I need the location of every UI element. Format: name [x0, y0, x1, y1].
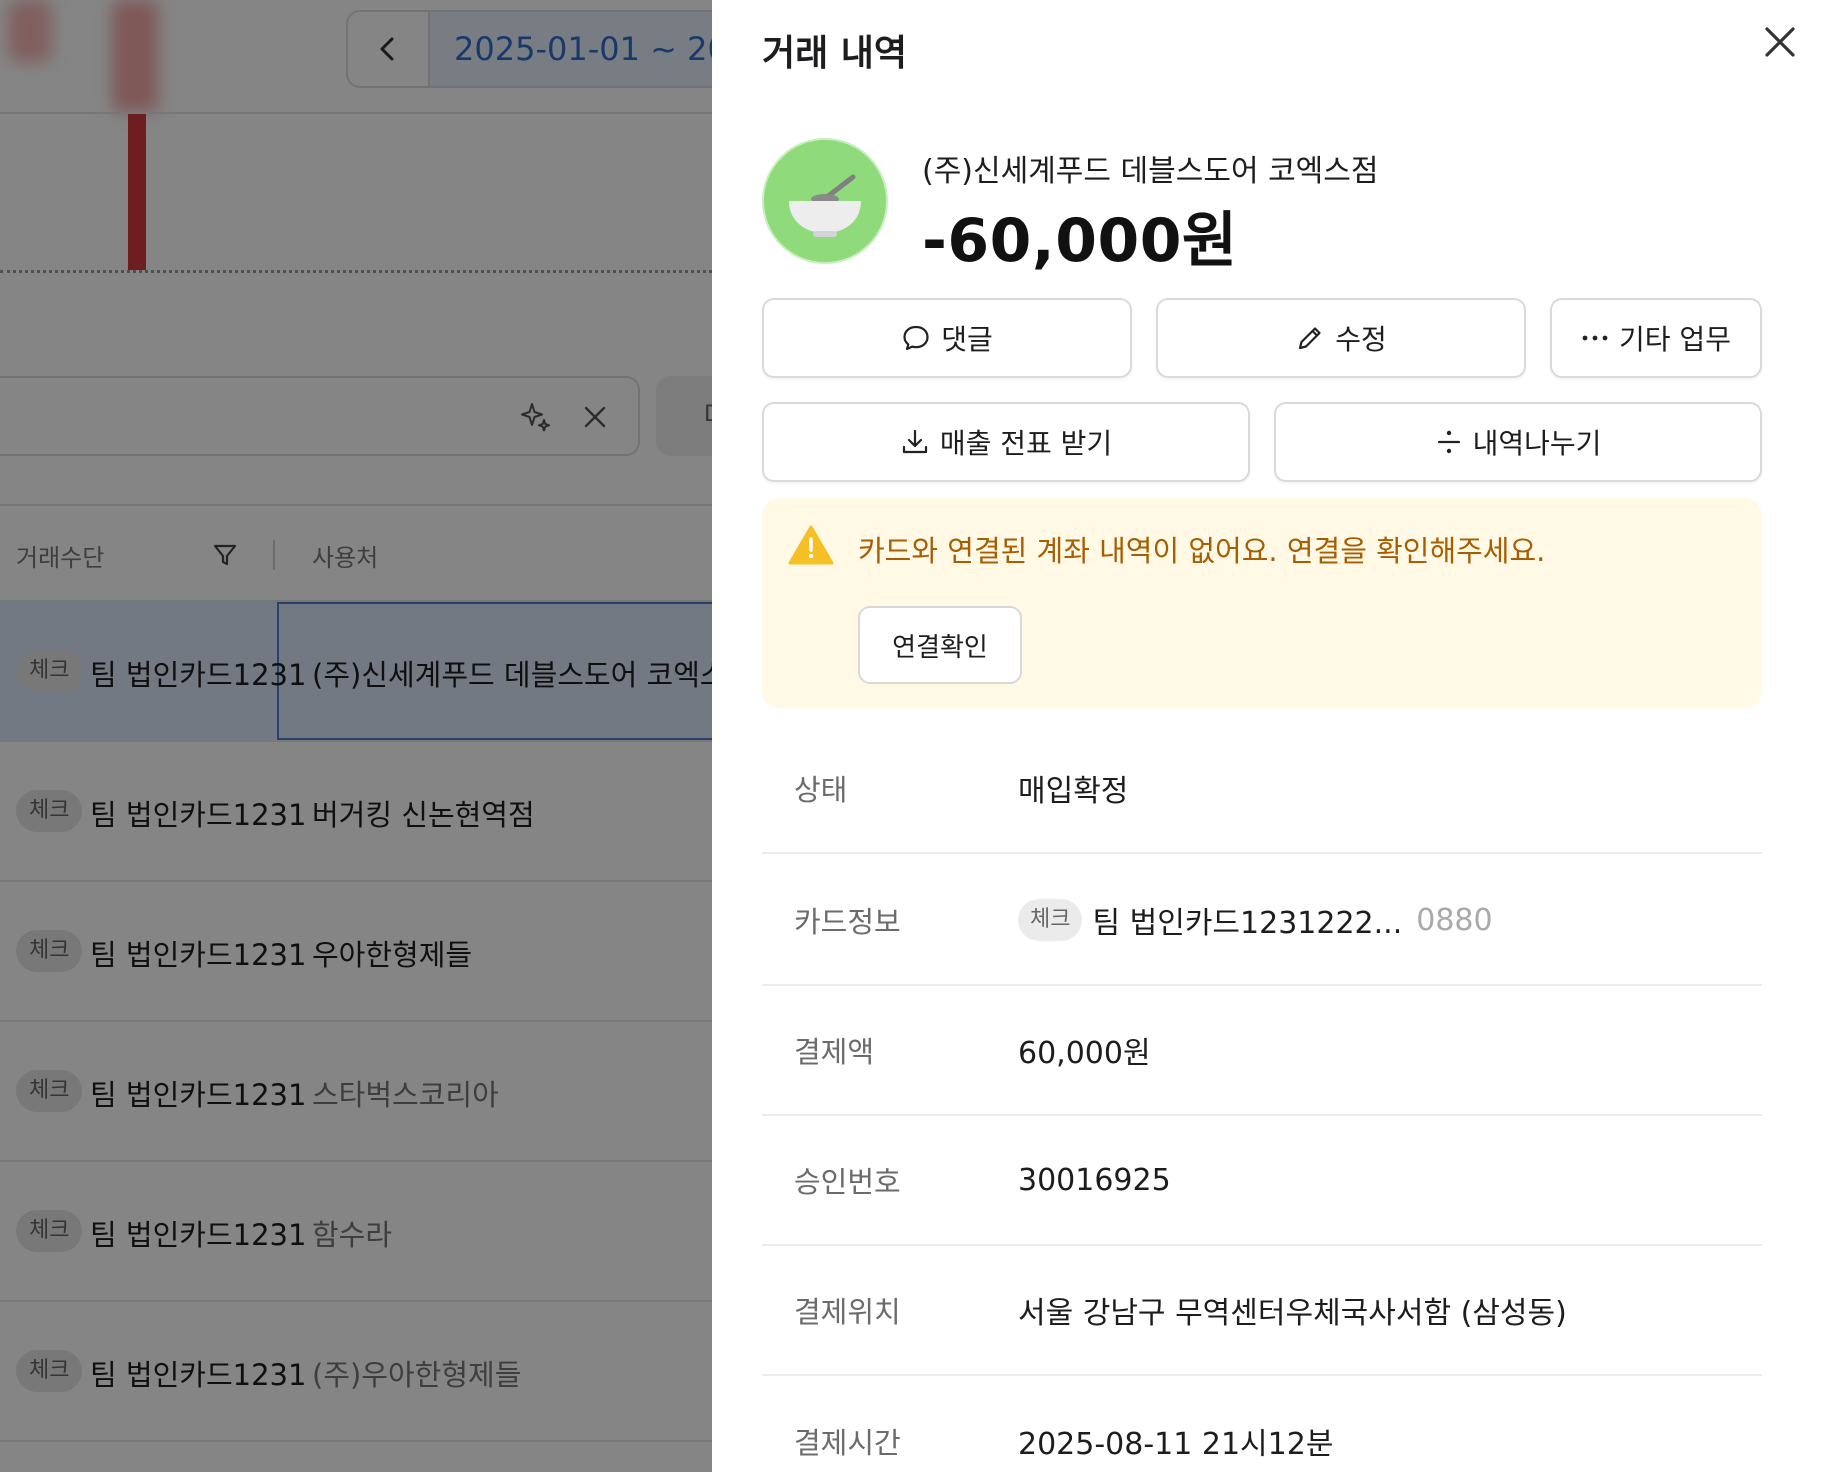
- check-connection-button[interactable]: 연결확인: [858, 606, 1022, 684]
- detail-value: 2025-08-11 21시12분: [1018, 1427, 1334, 1462]
- merchant-avatar: [762, 138, 888, 264]
- more-tasks-button[interactable]: 기타 업무: [1550, 298, 1762, 378]
- download-icon: [902, 429, 927, 454]
- warning-icon: [788, 525, 834, 565]
- split-transaction-button[interactable]: 내역나누기: [1274, 402, 1762, 482]
- detail-label: 상태: [794, 773, 848, 807]
- more-dots-icon: [1582, 335, 1608, 341]
- detail-label: 결제액: [794, 1035, 875, 1069]
- divide-icon: [1437, 430, 1460, 454]
- detail-label: 카드정보: [794, 905, 901, 939]
- card-name: 팀 법인카드1231222...: [1092, 906, 1403, 941]
- transaction-amount: -60,000원: [922, 206, 1238, 276]
- detail-value: 체크 팀 법인카드1231222... 0880: [1018, 856, 1493, 984]
- download-receipt-button-label: 매출 전표 받기: [939, 427, 1113, 460]
- warning-banner: 카드와 연결된 계좌 내역이 없어요. 연결을 확인해주세요. 연결확인: [762, 498, 1762, 708]
- close-icon[interactable]: [1760, 22, 1800, 62]
- modal-backdrop[interactable]: [0, 0, 712, 1472]
- card-type-badge: 체크: [1018, 899, 1083, 941]
- pencil-icon: [1299, 327, 1321, 350]
- detail-label: 결제시간: [794, 1426, 901, 1460]
- detail-value: 30016925: [1018, 1162, 1171, 1198]
- detail-row-status: 상태 매입확정: [762, 724, 1762, 854]
- split-transaction-button-label: 내역나누기: [1472, 427, 1602, 460]
- detail-row-payment-location: 결제위치 서울 강남구 무역센터우체국사서함 (삼성동): [762, 1246, 1762, 1376]
- merchant-name: (주)신세계푸드 데블스도어 코엑스점: [922, 154, 1379, 189]
- detail-row-card-info: 카드정보 체크 팀 법인카드1231222... 0880: [762, 856, 1762, 986]
- detail-value: 60,000원: [1018, 1036, 1151, 1071]
- detail-row-payment-time: 결제시간 2025-08-11 21시12분: [762, 1376, 1762, 1472]
- warning-message: 카드와 연결된 계좌 내역이 없어요. 연결을 확인해주세요.: [858, 534, 1546, 568]
- card-last-digits: 0880: [1416, 902, 1493, 938]
- bowl-icon: [789, 174, 861, 237]
- detail-label: 승인번호: [794, 1165, 901, 1199]
- comment-button[interactable]: 댓글: [762, 298, 1132, 378]
- detail-label: 결제위치: [794, 1295, 901, 1329]
- detail-value: 서울 강남구 무역센터우체국사서함 (삼성동): [1018, 1296, 1567, 1331]
- detail-row-payment-amount: 결제액 60,000원: [762, 986, 1762, 1116]
- download-receipt-button[interactable]: 매출 전표 받기: [762, 402, 1250, 482]
- edit-button[interactable]: 수정: [1156, 298, 1526, 378]
- more-tasks-button-label: 기타 업무: [1619, 323, 1731, 356]
- edit-button-label: 수정: [1335, 323, 1387, 356]
- comment-icon: [903, 325, 929, 351]
- detail-row-approval-number: 승인번호 30016925: [762, 1116, 1762, 1246]
- transaction-detail-panel: 거래 내역 (주)신세계푸드 데블스도어 코엑스점 -60,000원 댓글 수정…: [712, 0, 1836, 1472]
- comment-button-label: 댓글: [941, 323, 993, 356]
- detail-value: 매입확정: [1018, 774, 1129, 809]
- panel-title: 거래 내역: [762, 33, 908, 74]
